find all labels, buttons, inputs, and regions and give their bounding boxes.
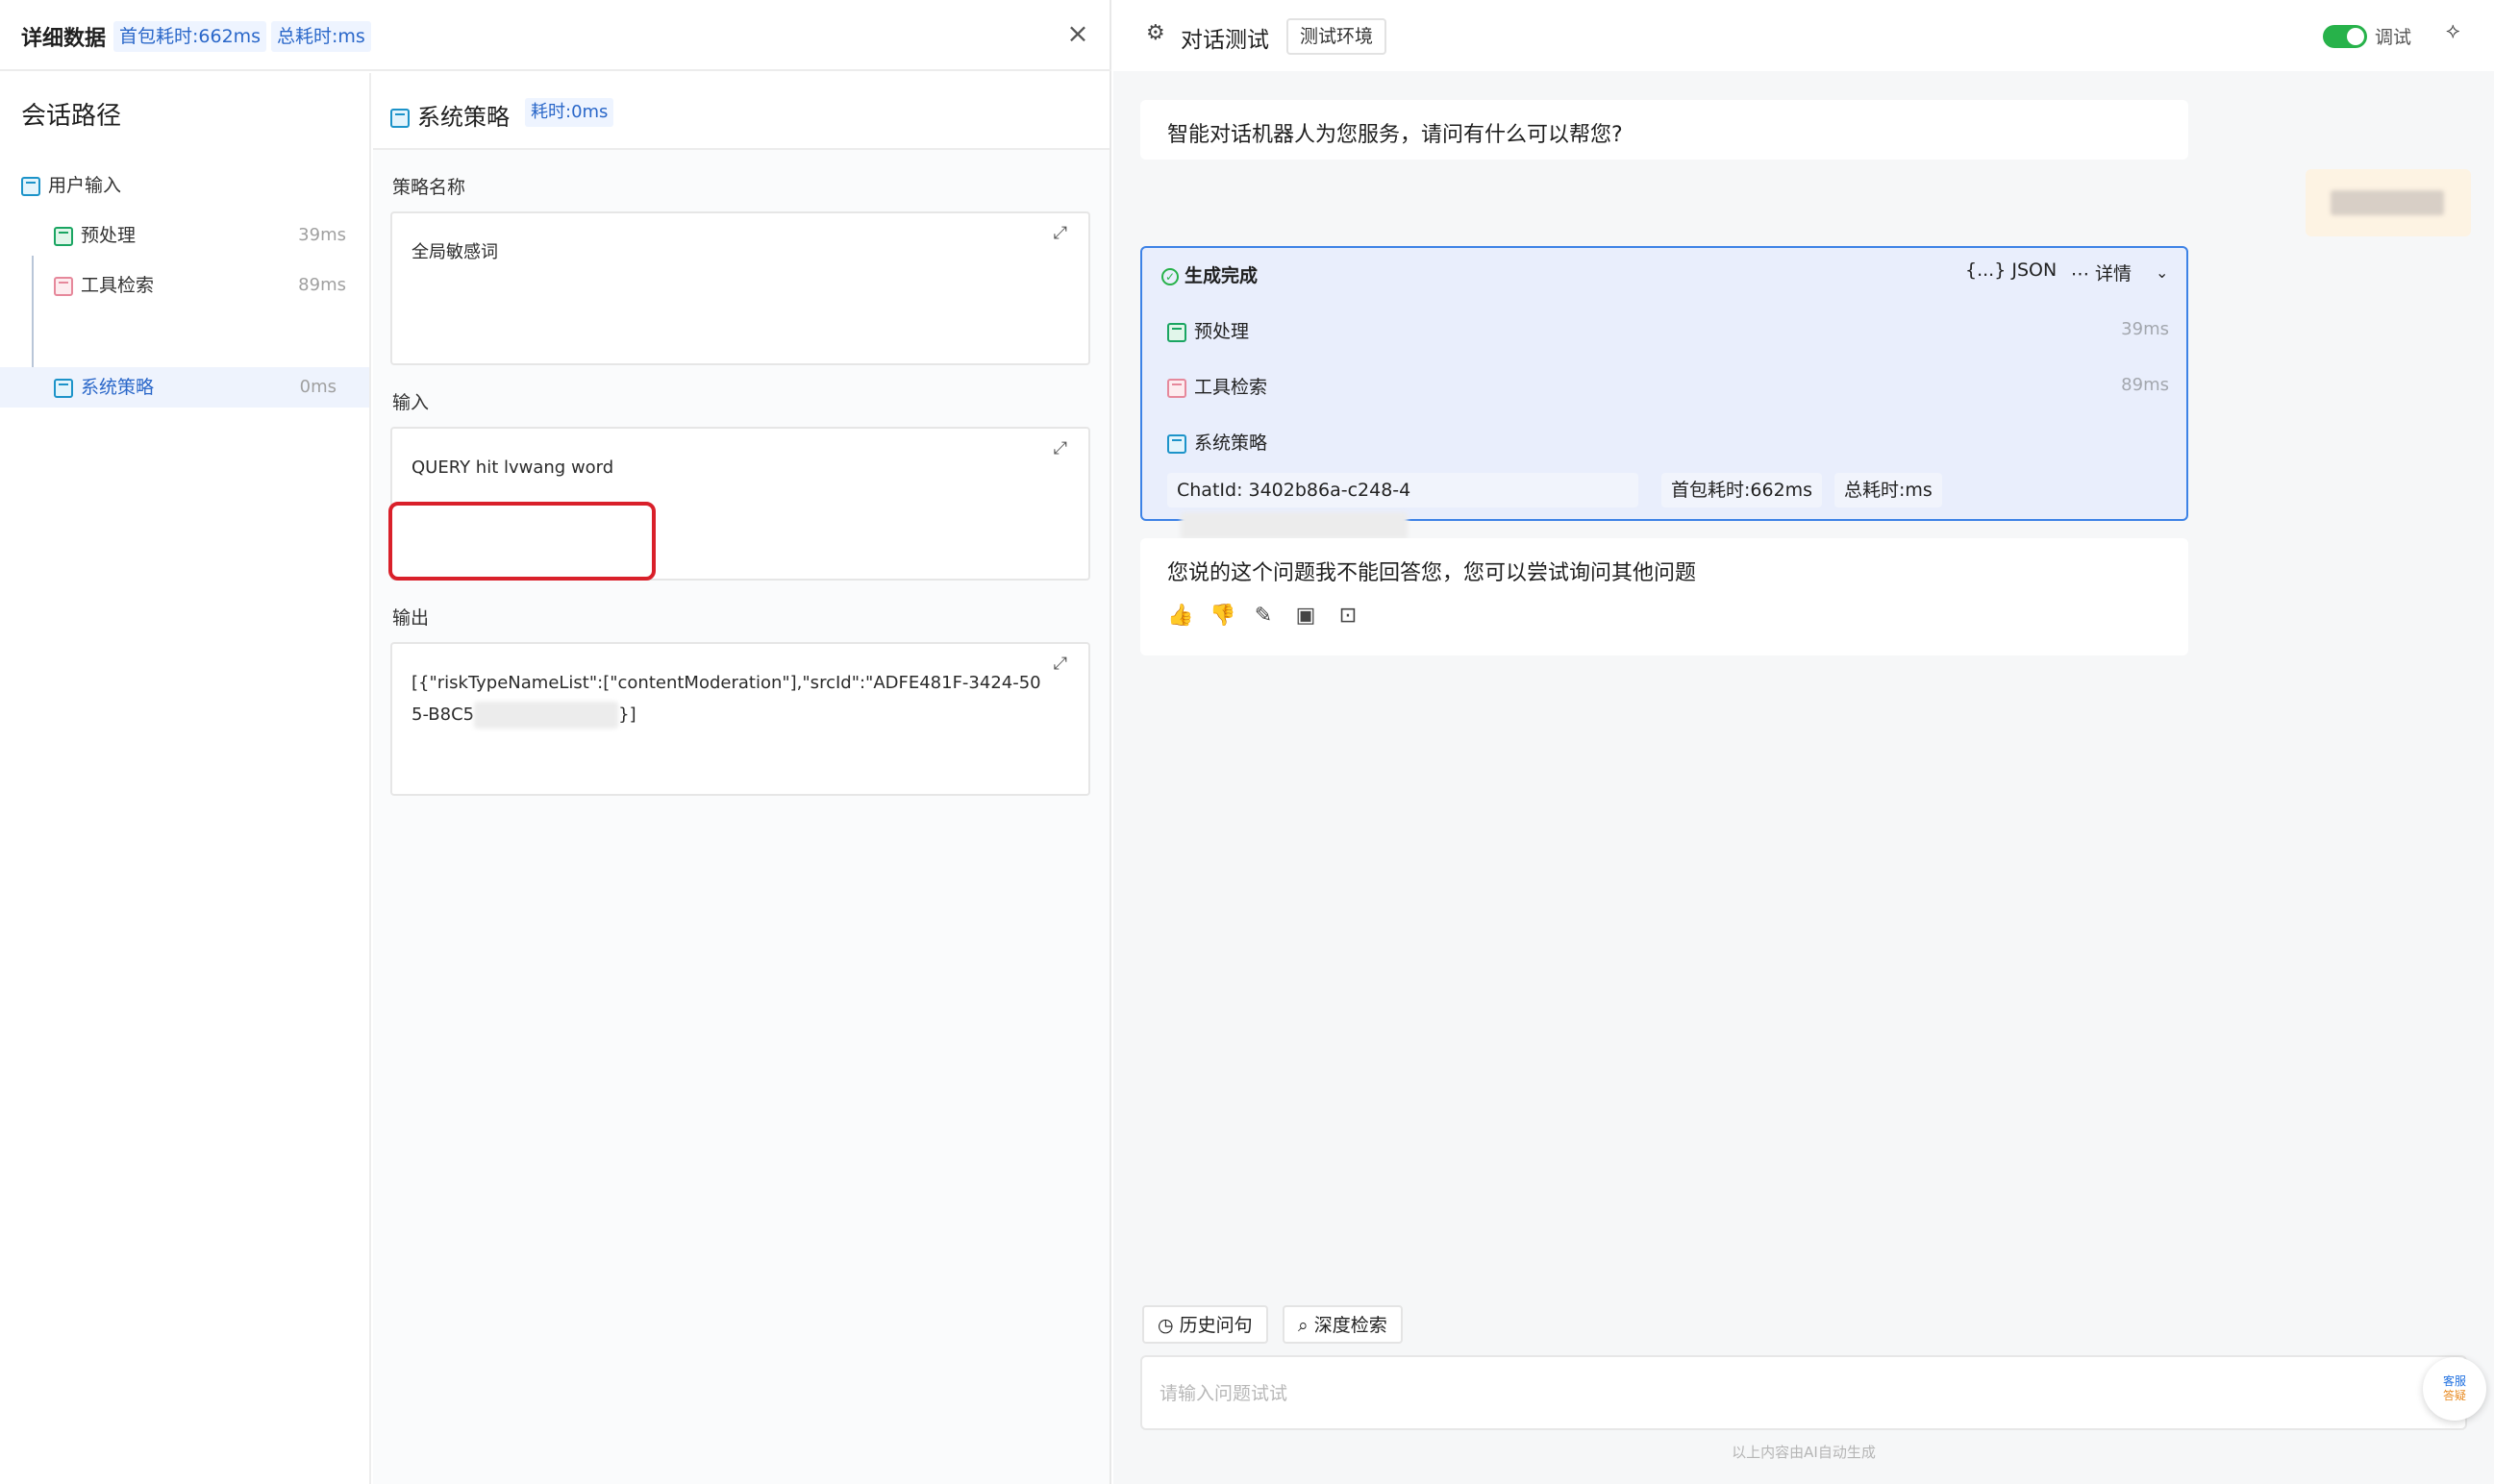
node-time-badge: 耗时:0ms [525,98,614,127]
history-questions-button[interactable]: ◷ 历史问句 [1142,1305,1268,1344]
path-item-preprocess[interactable]: 预处理 39ms [54,215,346,256]
redacted-text [474,702,619,729]
path-item-label: 预处理 [81,225,137,246]
debug-toggle[interactable] [2323,25,2367,48]
chat-header: ⚙ 对话测试 测试环境 调试 ⟡ [1113,0,2494,71]
id-icon[interactable]: ⊡ [1336,604,1359,628]
question-input-box[interactable] [1140,1355,2467,1430]
policy-icon [1167,433,1186,454]
output-label: 输出 [392,607,430,629]
session-path-panel: 会话路径 用户输入 预处理 39ms 工具检索 89ms 系统策略 0ms [0,73,371,1484]
redacted-text [2331,190,2444,215]
user-message-bubble [2306,169,2471,236]
json-button[interactable]: {...} JSON [1965,260,2057,281]
first-packet-badge: 首包耗时:662ms [1661,473,1823,507]
policy-icon [54,378,73,398]
trace-row-duration: 89ms [2121,375,2169,395]
bot-greeting: 智能对话机器人为您服务，请问有什么可以帮您? [1140,100,2188,160]
total-time-badge: 总耗时:ms [1834,473,1942,507]
service-label: 答疑 [2442,1389,2466,1402]
chevron-down-icon[interactable]: ⌄ [2156,263,2168,282]
trace-status: ✓ 生成完成 [1161,261,1258,287]
path-item-label: 系统策略 [81,377,155,398]
edit-doc-icon [54,226,73,246]
node-header: 系统策略 耗时:0ms [373,73,1110,150]
thumbs-up-icon[interactable]: 👍 [1167,604,1193,628]
expand-icon[interactable]: ⤢ [1054,654,1067,674]
policy-name-field[interactable]: 全局敏感词 ⤢ [390,211,1090,365]
app-root: 详细数据 首包耗时:662ms 总耗时:ms × 会话路径 用户输入 预处理 3… [0,0,2494,1484]
trace-row-preprocess[interactable]: 预处理 [1167,317,1249,343]
trace-row-system-policy[interactable]: 系统策略 [1167,429,1267,455]
first-packet-badge: 首包耗时:662ms [113,21,267,52]
answer-toolbar: 👍 👎 ✎ ▣ ⊡ [1167,604,1379,628]
debug-label: 调试 [2375,27,2412,48]
search-icon: ⌕ [1298,1315,1309,1336]
path-item-user-input[interactable]: 用户输入 [21,165,348,206]
detail-title: 详细数据 [21,27,107,51]
expand-icon[interactable]: ⤢ [1054,438,1067,458]
edit-icon[interactable]: ✎ [1252,604,1275,628]
chat-id-badge: ChatId: 3402b86a-c248-4 [1167,473,1638,539]
highlight-annotation [388,502,656,581]
save-icon[interactable]: ▣ [1294,604,1317,628]
path-item-tool-search[interactable]: 工具检索 89ms [54,265,346,306]
gear-icon[interactable]: ⚙ [1146,21,1165,45]
tool-icon [1167,378,1186,398]
trace-row-tool-search[interactable]: 工具检索 [1167,373,1267,399]
path-item-system-policy[interactable]: 系统策略 0ms [54,367,337,408]
path-item-label: 工具检索 [81,275,155,296]
bot-answer: 您说的这个问题我不能回答您，您可以尝试询问其他问题 👍 👎 ✎ ▣ ⊡ [1140,538,2188,655]
tool-icon [54,276,73,296]
input-value: QUERY hit lvwang word [412,458,614,478]
node-detail-panel: 系统策略 耗时:0ms 策略名称 全局敏感词 ⤢ 输入 QUERY hit lv… [373,73,1110,1484]
trace-row-duration: 39ms [2121,319,2169,339]
detail-panel: 详细数据 首包耗时:662ms 总耗时:ms × 会话路径 用户输入 预处理 3… [0,0,1111,1484]
close-icon[interactable]: × [1063,19,1092,48]
path-item-duration: 39ms [298,225,346,245]
message-icon [21,176,40,196]
node-title: 系统策略 [390,98,510,132]
service-label: 客服 [2442,1374,2466,1388]
detail-button[interactable]: ⋯ 详情 [2071,260,2132,285]
detail-header: 详细数据 首包耗时:662ms 总耗时:ms × [0,0,1111,71]
check-circle-icon: ✓ [1161,267,1179,285]
session-path-title: 会话路径 [21,102,122,131]
redacted-text [1181,511,1408,539]
pin-icon[interactable]: ⟡ [2446,19,2460,43]
edit-doc-icon [1167,322,1186,342]
chat-title: 对话测试 [1181,28,1269,53]
policy-name-label: 策略名称 [392,177,466,198]
policy-name-value: 全局敏感词 [412,242,498,262]
path-item-label: 用户输入 [48,175,122,196]
output-value: [{"riskTypeNameList":["contentModeration… [412,667,1050,730]
total-time-badge: 总耗时:ms [271,21,371,52]
customer-service-button[interactable]: 客服 答疑 [2423,1357,2486,1421]
chat-panel: ⚙ 对话测试 测试环境 调试 ⟡ 智能对话机器人为您服务，请问有什么可以帮您? … [1113,0,2494,1484]
output-field[interactable]: [{"riskTypeNameList":["contentModeration… [390,642,1090,796]
trace-card: ✓ 生成完成 {...} JSON ⋯ 详情 ⌄ 预处理 39ms 工具检索 89… [1140,246,2188,539]
clock-icon: ◷ [1158,1315,1174,1336]
path-item-duration: 0ms [299,377,337,397]
env-badge[interactable]: 测试环境 [1286,18,1387,55]
answer-text: 您说的这个问题我不能回答您，您可以尝试询问其他问题 [1167,561,1697,585]
path-item-duration: 89ms [298,275,346,295]
policy-icon [390,109,410,128]
deep-search-button[interactable]: ⌕ 深度检索 [1283,1305,1403,1344]
question-input[interactable] [1160,1376,2313,1411]
thumbs-down-icon[interactable]: 👎 [1210,604,1235,628]
ai-disclaimer: 以上内容由AI自动生成 [1732,1444,1876,1461]
input-label: 输入 [392,392,430,413]
expand-icon[interactable]: ⤢ [1054,223,1067,243]
